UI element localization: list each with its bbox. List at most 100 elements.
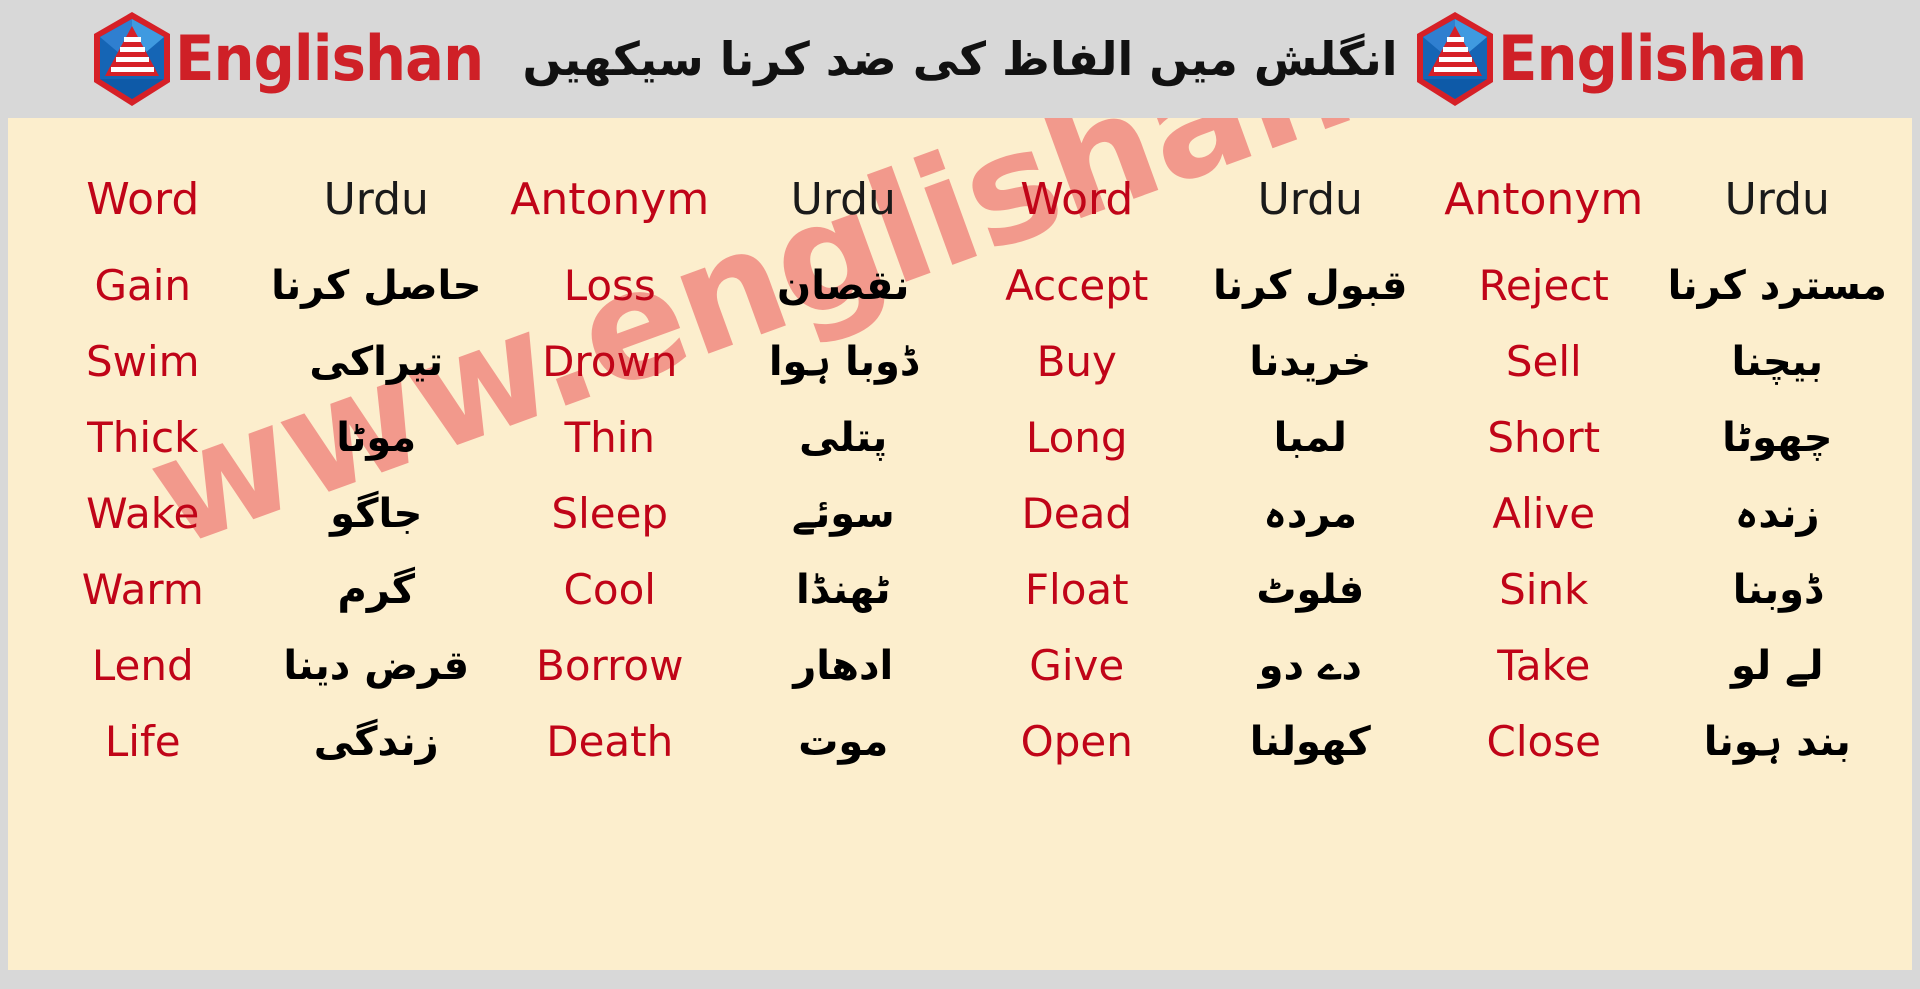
- table-row: Cool: [493, 552, 727, 628]
- table-row: قبول کرنا: [1194, 248, 1428, 324]
- table-row: حاصل کرنا: [260, 248, 494, 324]
- urdu-meaning: موت: [798, 719, 889, 765]
- table-row: Life: [26, 704, 260, 780]
- urdu-meaning: پتلی: [799, 415, 888, 461]
- table-row: Reject: [1427, 248, 1661, 324]
- header-label-urdu: Urdu: [1257, 174, 1363, 225]
- english-word: Buy: [1036, 337, 1117, 386]
- english-word: Alive: [1492, 489, 1596, 538]
- englishan-pyramid-icon: [91, 10, 173, 108]
- urdu-meaning: قرض دینا: [283, 643, 470, 689]
- table-row: مسترد کرنا: [1661, 248, 1895, 324]
- english-word: Life: [104, 717, 181, 766]
- urdu-meaning: زندگی: [313, 719, 439, 765]
- table-header-cell: Urdu: [1661, 152, 1895, 248]
- english-word: Reject: [1478, 261, 1609, 310]
- table-row: Gain: [26, 248, 260, 324]
- english-word: Cool: [563, 565, 656, 614]
- table-row: Give: [960, 628, 1194, 704]
- header-label-urdu: Urdu: [1724, 174, 1830, 225]
- table-header-cell: Word: [26, 152, 260, 248]
- table-row: تیراکی: [260, 324, 494, 400]
- header-label-english: Word: [1020, 174, 1134, 225]
- english-word: Swim: [85, 337, 200, 386]
- table-row: Death: [493, 704, 727, 780]
- table-row: زندہ: [1661, 476, 1895, 552]
- english-word: Thin: [564, 413, 656, 462]
- logo-wordmark-right: Englishan: [1497, 22, 1807, 95]
- urdu-meaning: مردہ: [1263, 491, 1358, 537]
- page-title: انگلش میں الفاظ کی ضد کرنا سیکھیں: [522, 31, 1398, 86]
- antonyms-table: Word Urdu Antonym Urdu Word Urdu Antonym Urdu Ga…: [8, 118, 1912, 802]
- urdu-meaning: چھوٹا: [1722, 415, 1833, 461]
- table-row: لے لو: [1661, 628, 1895, 704]
- table-row: Buy: [960, 324, 1194, 400]
- urdu-meaning: مسترد کرنا: [1667, 263, 1887, 309]
- table-row: گرم: [260, 552, 494, 628]
- table-row: Alive: [1427, 476, 1661, 552]
- english-word: Take: [1497, 641, 1591, 690]
- table-row: فلوٹ: [1194, 552, 1428, 628]
- table-row: Close: [1427, 704, 1661, 780]
- table-row: Loss: [493, 248, 727, 324]
- logo-left[interactable]: Englishan: [91, 9, 506, 109]
- table-row: Sell: [1427, 324, 1661, 400]
- table-header-cell: Urdu: [727, 152, 961, 248]
- english-word: Wake: [86, 489, 200, 538]
- header-label-urdu: Urdu: [790, 174, 896, 225]
- urdu-meaning: کھولنا: [1249, 719, 1371, 765]
- urdu-meaning: سوئے: [791, 491, 895, 537]
- table-row: موٹا: [260, 400, 494, 476]
- english-word: Gain: [94, 261, 192, 310]
- table-row: Short: [1427, 400, 1661, 476]
- english-word: Lend: [91, 641, 194, 690]
- table-row: ڈوبنا: [1661, 552, 1895, 628]
- english-word: Thick: [87, 413, 199, 462]
- table-row: کھولنا: [1194, 704, 1428, 780]
- english-word: Warm: [81, 565, 204, 614]
- table-row: Drown: [493, 324, 727, 400]
- table-row: زندگی: [260, 704, 494, 780]
- table-row: Dead: [960, 476, 1194, 552]
- urdu-meaning: ڈوبنا: [1732, 567, 1822, 613]
- table-row: موت: [727, 704, 961, 780]
- table-row: Take: [1427, 628, 1661, 704]
- table-row: Float: [960, 552, 1194, 628]
- urdu-meaning: زندہ: [1734, 491, 1820, 537]
- table-row: Swim: [26, 324, 260, 400]
- table-row: جاگو: [260, 476, 494, 552]
- english-word: Sleep: [551, 489, 669, 538]
- english-word: Short: [1487, 413, 1601, 462]
- table-row: Sleep: [493, 476, 727, 552]
- english-word: Accept: [1005, 261, 1149, 310]
- antonyms-table-card: www.englishan.com Word Urdu Antonym Urdu Wor…: [8, 118, 1912, 970]
- english-word: Sink: [1499, 565, 1589, 614]
- english-word: Drown: [542, 337, 678, 386]
- englishan-pyramid-icon: [1414, 10, 1496, 108]
- urdu-meaning: نقصان: [777, 263, 910, 309]
- table-row: نقصان: [727, 248, 961, 324]
- english-word: Death: [546, 717, 674, 766]
- urdu-meaning: دے دو: [1258, 643, 1362, 689]
- english-word: Long: [1025, 413, 1128, 462]
- table-row: Accept: [960, 248, 1194, 324]
- logo-wordmark-left: Englishan: [175, 22, 484, 95]
- table-row: چھوٹا: [1661, 400, 1895, 476]
- english-word: Give: [1029, 641, 1125, 690]
- table-row: سوئے: [727, 476, 961, 552]
- urdu-meaning: ادھار: [793, 643, 894, 689]
- table-row: بیچنا: [1661, 324, 1895, 400]
- logo-right[interactable]: Englishan: [1414, 9, 1829, 109]
- table-row: ٹھنڈا: [727, 552, 961, 628]
- table-row: Warm: [26, 552, 260, 628]
- english-word: Dead: [1021, 489, 1133, 538]
- urdu-meaning: جاگو: [330, 491, 423, 537]
- table-row: Thick: [26, 400, 260, 476]
- table-row: Long: [960, 400, 1194, 476]
- table-row: Wake: [26, 476, 260, 552]
- table-row: بند ہونا: [1661, 704, 1895, 780]
- header-label-urdu: Urdu: [323, 174, 429, 225]
- header-banner: Englishan انگلش میں الفاظ کی ضد کرنا سیک…: [0, 0, 1920, 118]
- urdu-meaning: گرم: [337, 567, 415, 613]
- urdu-meaning: لے لو: [1731, 643, 1824, 689]
